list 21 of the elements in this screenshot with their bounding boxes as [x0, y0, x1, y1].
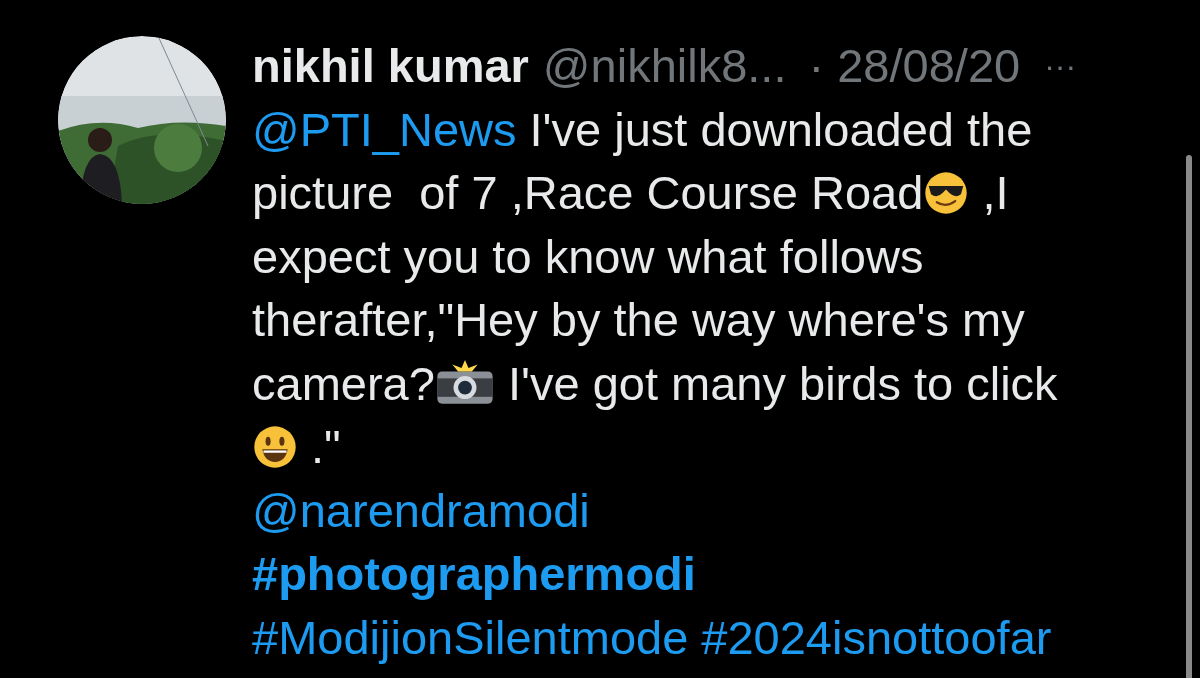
tweet-date[interactable]: · 28/08/20: [808, 34, 1021, 98]
scrollbar[interactable]: [1186, 155, 1192, 678]
hashtag-link[interactable]: #photographermodi: [252, 542, 696, 606]
hashtag-link[interactable]: #ModijionSilentmode: [252, 605, 689, 669]
mention-link[interactable]: @PTI_News: [252, 97, 517, 161]
hashtag-link[interactable]: #2024isnottoofar: [701, 605, 1052, 669]
author-handle[interactable]: @nikhilk8...: [542, 34, 787, 98]
mention-link[interactable]: @narendramodi: [252, 478, 590, 542]
more-button[interactable]: ···: [1044, 49, 1077, 82]
camera-flash-icon: [434, 360, 495, 407]
sunglasses-face-icon: [923, 169, 970, 216]
tweet-text: I've got many birds to click: [506, 355, 1058, 412]
tweet-text: .": [310, 419, 341, 475]
tweet-text: ,I: [981, 165, 1009, 221]
smiling-face-icon: [252, 423, 298, 470]
tweet-text: camera?: [252, 355, 435, 412]
author-name[interactable]: nikhil kumar: [252, 34, 529, 98]
tweet-text: I've just downloaded the: [528, 101, 1033, 158]
tweet-text: therafter,"Hey by the way where's my: [252, 292, 1025, 348]
tweet-text: expect you to know what follows: [252, 228, 924, 285]
tweet-text: picture of 7 ,Race Course Road: [252, 165, 924, 221]
